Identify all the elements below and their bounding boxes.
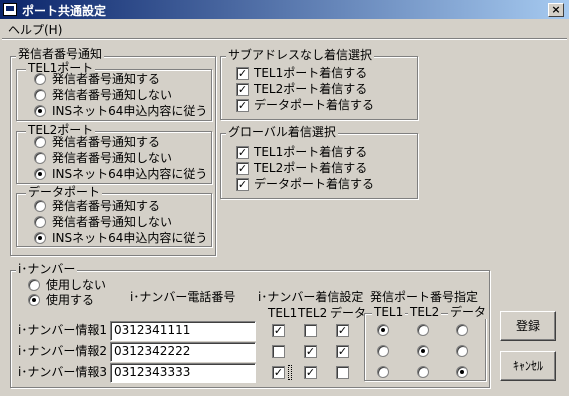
glob-tel2-label: TEL2ポート着信する [254,161,368,175]
incoming-col-header: i･ナンバー着信設定 [258,290,364,304]
phone-col-header: i･ナンバー電話番号 [130,290,236,304]
menu-help[interactable]: ヘルプ(H) [8,21,62,38]
tel2-ins-radio[interactable] [34,168,46,180]
row2-port-data-radio[interactable] [456,345,468,357]
row1-tel2-checkbox[interactable] [304,324,317,337]
glob-tel2-checkbox[interactable]: ✓ [236,162,249,175]
data-port-title: データポート [26,185,103,199]
tel1-ins-radio[interactable] [34,105,46,117]
app-icon [3,3,17,16]
register-button[interactable]: 登録 [500,311,556,341]
row2-tel2-checkbox[interactable]: ✓ [304,345,317,358]
data-no-notify-label: 発信者番号通知しない [52,215,173,229]
focus-indicator [288,365,292,380]
cancel-button[interactable]: ｷｬﾝｾﾙ [500,351,556,381]
inumber-use-label: 使用する [46,293,95,307]
tel1-ins-label: INSネット64申込内容に従う [52,104,208,118]
sub-tel2-label: TEL2ポート着信する [254,82,368,96]
row3-port-tel1-radio[interactable] [377,366,389,378]
incoming-sub-tel2: TEL2 [298,306,328,320]
row1-port-tel1-radio[interactable] [377,324,389,336]
tel2-ins-label: INSネット64申込内容に従う [52,167,208,181]
tel1-notify-label: 発信者番号通知する [52,72,161,86]
sub-tel1-label: TEL1ポート着信する [254,66,368,80]
tel2-no-notify-label: 発信者番号通知しない [52,151,173,165]
window-title: ポート共通設定 [22,4,107,18]
sub-tel2-checkbox[interactable]: ✓ [236,83,249,96]
row3-label: i･ナンバー情報3 [18,365,107,379]
row2-label: i･ナンバー情報2 [18,344,107,358]
incoming-sub-data: データ [330,306,367,320]
caller-id-title: 発信者番号通知 [16,47,105,61]
tel1-no-notify-label: 発信者番号通知しない [52,88,173,102]
glob-tel1-checkbox[interactable]: ✓ [236,146,249,159]
tel2-notify-label: 発信者番号通知する [52,135,161,149]
subaddress-title: サブアドレスなし着信選択 [226,48,375,62]
tel1-notify-radio[interactable] [34,73,46,85]
data-notify-label: 発信者番号通知する [52,199,161,213]
data-ins-label: INSネット64申込内容に従う [52,231,208,245]
row1-data-checkbox[interactable]: ✓ [336,324,349,337]
row3-tel1-checkbox[interactable]: ✓ [272,366,285,379]
sub-tel1-checkbox[interactable]: ✓ [236,67,249,80]
menu-bar: ヘルプ(H) [0,20,569,38]
data-no-notify-radio[interactable] [34,216,46,228]
tel2-notify-radio[interactable] [34,136,46,148]
tel2-no-notify-radio[interactable] [34,152,46,164]
glob-data-label: データポート着信する [254,177,375,191]
row3-phone-input[interactable]: 0312343333 [110,363,256,383]
row1-phone-input[interactable]: 0312341111 [110,321,256,341]
data-ins-radio[interactable] [34,232,46,244]
inumber-use-radio[interactable] [28,294,40,306]
row3-data-checkbox[interactable] [336,366,349,379]
close-button[interactable]: × [548,3,564,17]
row1-tel1-checkbox[interactable]: ✓ [272,324,285,337]
row1-port-tel2-radio[interactable] [417,324,429,336]
glob-tel1-label: TEL1ポート着信する [254,145,368,159]
row3-tel2-checkbox[interactable]: ✓ [304,366,317,379]
row2-port-tel1-radio[interactable] [377,345,389,357]
row2-data-checkbox[interactable]: ✓ [336,345,349,358]
row2-tel1-checkbox[interactable] [272,345,285,358]
port-sub-tel2: TEL2 [408,305,442,319]
glob-data-checkbox[interactable]: ✓ [236,178,249,191]
row1-label: i･ナンバー情報1 [18,323,107,337]
row3-port-data-radio[interactable] [456,366,468,378]
global-title: グローバル着信選択 [226,125,338,139]
port-col-header: 発信ポート番号指定 [370,290,479,304]
row3-port-tel2-radio[interactable] [417,366,429,378]
row2-phone-input[interactable]: 0312342222 [110,342,256,362]
sub-data-checkbox[interactable]: ✓ [236,99,249,112]
inumber-title: i･ナンバー [16,262,78,276]
inumber-unused-radio[interactable] [28,279,40,291]
inumber-unused-label: 使用しない [46,278,107,292]
port-sub-data: データ [448,305,489,319]
tel1-no-notify-radio[interactable] [34,89,46,101]
incoming-sub-tel1: TEL1 [268,306,298,320]
port-sub-tel1: TEL1 [372,305,406,319]
sub-data-label: データポート着信する [254,98,375,112]
row1-port-data-radio[interactable] [456,324,468,336]
menu-divider [2,38,567,40]
title-bar: ポート共通設定 × [0,0,569,20]
row2-port-tel2-radio[interactable] [417,345,429,357]
data-notify-radio[interactable] [34,200,46,212]
